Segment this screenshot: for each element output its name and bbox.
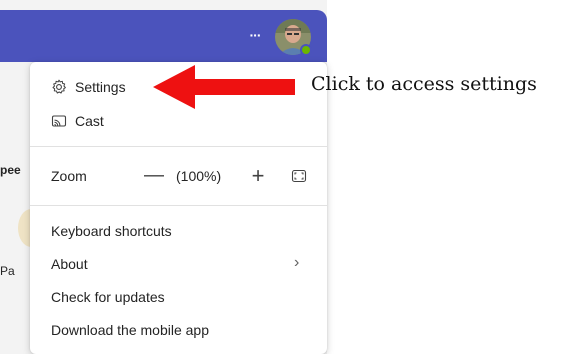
title-bar: ···: [0, 10, 327, 62]
avatar[interactable]: [275, 19, 312, 56]
background-text-fragment: pee: [0, 163, 21, 177]
menu-item-settings-label: Settings: [75, 79, 126, 95]
about-label: About: [51, 256, 88, 272]
menu-item-about[interactable]: About ›: [30, 249, 327, 279]
zoom-control: Zoom — (100%) +: [30, 161, 327, 191]
cast-icon: [51, 115, 67, 127]
presence-available-icon: [300, 44, 312, 56]
zoom-out-button[interactable]: —: [144, 164, 164, 187]
download-mobile-app-label: Download the mobile app: [51, 322, 209, 338]
zoom-in-button[interactable]: +: [249, 163, 267, 189]
keyboard-shortcuts-label: Keyboard shortcuts: [51, 223, 172, 239]
menu-divider: [30, 146, 327, 147]
more-options-button[interactable]: ···: [244, 24, 266, 46]
menu-item-cast-label: Cast: [75, 113, 104, 129]
gear-icon: [52, 79, 66, 94]
background-text-fragment-2: Pa: [0, 264, 15, 278]
chevron-right-icon: ›: [294, 254, 300, 271]
menu-item-check-for-updates[interactable]: Check for updates: [30, 282, 327, 312]
zoom-label: Zoom: [51, 168, 87, 184]
check-for-updates-label: Check for updates: [51, 289, 165, 305]
menu-item-keyboard-shortcuts[interactable]: Keyboard shortcuts: [30, 216, 327, 246]
annotation-caption: Click to access settings: [311, 73, 537, 95]
fullscreen-icon[interactable]: [291, 168, 307, 184]
menu-divider-2: [30, 205, 327, 206]
annotation-arrow-icon: [153, 65, 295, 109]
zoom-level: (100%): [176, 168, 222, 184]
menu-item-download-mobile-app[interactable]: Download the mobile app: [30, 315, 327, 345]
